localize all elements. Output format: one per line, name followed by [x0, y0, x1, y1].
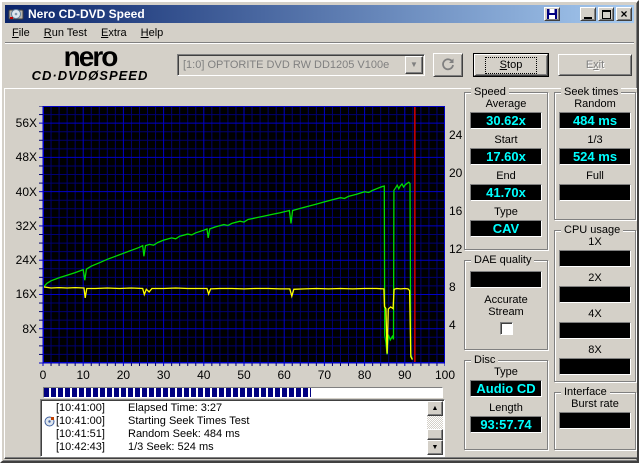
disc-group: Disc Type Audio CD Length 93:57.74 — [464, 354, 548, 450]
dae-quality-group: DAE quality Accurate Stream — [464, 254, 548, 350]
speed-chart — [39, 106, 445, 366]
menu-extra[interactable]: Extra — [94, 25, 134, 41]
third-seek-display: 524 ms — [559, 148, 631, 165]
scrollbar-thumb[interactable] — [427, 429, 443, 441]
burst-rate-display — [559, 412, 631, 429]
save-button[interactable] — [544, 7, 560, 21]
cpu-1x-display — [559, 250, 631, 267]
seek-times-group: Seek times Random 484 ms 1/3 524 ms Full — [554, 86, 636, 220]
maximize-button[interactable] — [598, 7, 614, 21]
random-seek-display: 484 ms — [559, 112, 631, 129]
disc-type-display: Audio CD — [470, 380, 542, 397]
progress-bar — [43, 387, 443, 398]
cpu-8x-display — [559, 358, 631, 375]
nero-logo-text: nero — [63, 41, 119, 72]
dae-quality-display — [470, 271, 542, 288]
log-row: [10:41:00] Starting Seek Times Test — [43, 415, 426, 428]
left-axis-labels: 56X 48X 40X 32X 24X 16X 8X — [15, 116, 37, 336]
maximize-icon — [601, 9, 611, 19]
full-seek-display — [559, 184, 631, 201]
speed-type-display: CAV — [470, 220, 542, 237]
exit-button[interactable]: Exit — [558, 54, 632, 76]
drive-select-value: [1:0] OPTORITE DVD RW DD1205 V100e — [183, 59, 390, 71]
app-window: Nero CD-DVD Speed × File Run Test Extra … — [0, 0, 639, 463]
menu-run-test[interactable]: Run Test — [37, 25, 94, 41]
titlebar: Nero CD-DVD Speed × — [5, 5, 634, 23]
progress-bar-fill — [44, 388, 311, 397]
log-box: [10:41:00] Elapsed Time: 3:27 [10:41:00]… — [40, 399, 445, 457]
log-row: [10:41:00] Elapsed Time: 3:27 — [56, 402, 223, 414]
average-speed-display: 30.62x — [470, 112, 542, 129]
stop-button[interactable]: Stop — [473, 53, 549, 77]
accurate-stream-checkbox[interactable] — [499, 322, 513, 335]
log-activity-icon — [43, 415, 56, 428]
accurate-stream-label: Accurate Stream — [484, 294, 528, 318]
log-scrollbar[interactable]: ▲ ▼ — [427, 401, 443, 455]
menu-help[interactable]: Help — [134, 25, 171, 41]
cpu-4x-display — [559, 322, 631, 339]
app-icon — [8, 9, 24, 20]
drive-select[interactable]: [1:0] OPTORITE DVD RW DD1205 V100e ▼ — [177, 54, 425, 76]
scroll-up-icon[interactable]: ▲ — [427, 401, 443, 416]
interface-group: Interface Burst rate — [554, 386, 636, 450]
menubar: File Run Test Extra Help — [5, 24, 634, 42]
log-row: [10:42:43] 1/3 Seek: 524 ms — [56, 441, 214, 453]
close-button[interactable]: × — [616, 7, 632, 21]
nero-logo: nero CD·DVDØSPEED — [15, 41, 165, 83]
save-icon — [547, 9, 557, 19]
cd-dvd-speed-logo-text: CD·DVDØSPEED — [31, 68, 149, 83]
cpu-2x-display — [559, 286, 631, 303]
combo-arrow-icon[interactable]: ▼ — [405, 56, 423, 74]
menu-file[interactable]: File — [5, 25, 37, 41]
start-speed-display: 17.60x — [470, 148, 542, 165]
end-speed-display: 41.70x — [470, 184, 542, 201]
x-axis-labels: 0 10 20 30 40 50 60 70 80 90 100 — [39, 368, 456, 382]
log-row: [10:41:51] Random Seek: 484 ms — [56, 428, 240, 440]
minimize-button[interactable] — [580, 7, 596, 21]
minimize-icon — [584, 16, 592, 19]
refresh-button[interactable] — [433, 53, 463, 77]
close-icon: × — [620, 7, 628, 21]
disc-length-display: 93:57.74 — [470, 416, 542, 433]
cpu-usage-group: CPU usage 1X 2X 4X 8X — [554, 224, 636, 382]
window-title: Nero CD-DVD Speed — [28, 7, 145, 21]
scroll-down-icon[interactable]: ▼ — [427, 440, 443, 455]
toolbar: nero CD·DVDØSPEED [1:0] OPTORITE DVD RW … — [5, 41, 634, 88]
refresh-icon — [442, 58, 454, 71]
speed-group: Speed Average 30.62x Start 17.60x End 41… — [464, 86, 548, 250]
